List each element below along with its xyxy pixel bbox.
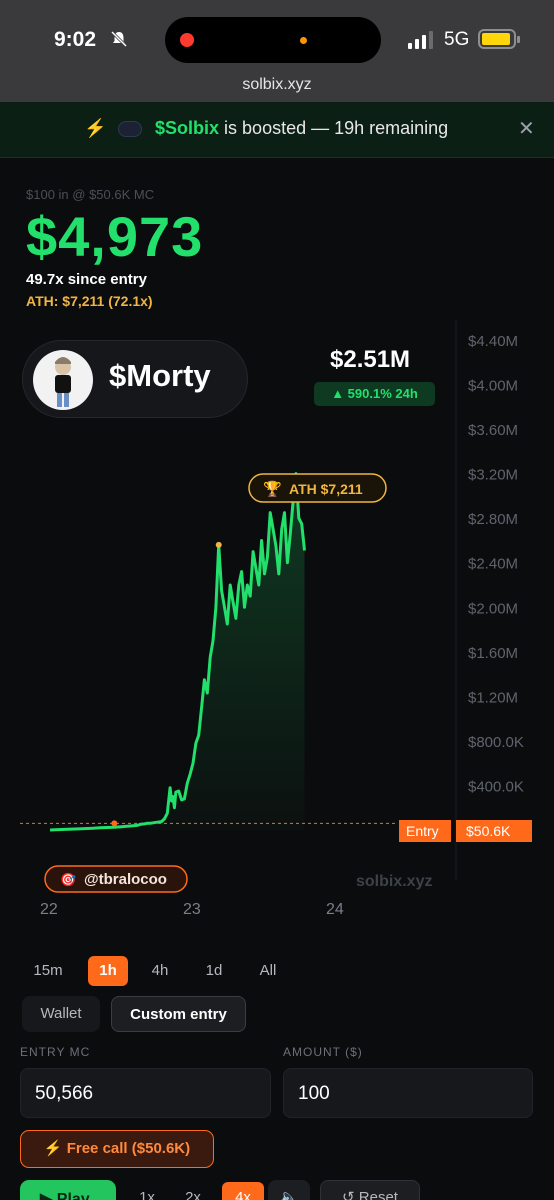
wallet-tab[interactable]: Wallet <box>22 996 100 1032</box>
speed-4x[interactable]: 4x <box>222 1182 264 1200</box>
play-icon: ▶ <box>40 1191 53 1200</box>
battery-icon <box>478 29 520 49</box>
investment-summary: $100 in @ $50.6K MC <box>26 187 155 202</box>
market-cap: $2.51M <box>330 346 411 373</box>
boost-banner[interactable]: ⚡ $Solbix is boosted — 19h remaining ✕ <box>0 102 554 158</box>
reset-icon: ↺ <box>342 1189 355 1200</box>
play-label: Play <box>56 1191 90 1200</box>
caller-tag[interactable]: 🎯 @tbralocoo <box>44 865 188 893</box>
dynamic-island <box>165 17 381 63</box>
y-tick-label: $4.00M <box>468 378 518 395</box>
speed-2x[interactable]: 2x <box>178 1182 208 1200</box>
chart-watermark: solbix.xyz <box>356 873 432 890</box>
address-bar[interactable]: solbix.xyz <box>0 76 554 94</box>
y-tick-label: $1.20M <box>468 689 518 706</box>
y-tick-label: $800.0K <box>468 734 524 751</box>
y-tick-label: $1.60M <box>468 645 518 662</box>
target-icon: 🎯 <box>60 872 76 888</box>
y-tick-label: $2.00M <box>468 600 518 617</box>
timeframe-1d[interactable]: 1d <box>194 956 234 986</box>
network-type: 5G <box>444 29 470 50</box>
timeframe-all[interactable]: All <box>248 956 288 986</box>
boosted-token[interactable]: $Solbix <box>155 118 219 138</box>
boost-message: is boosted — 19h remaining <box>224 118 449 138</box>
lightning-icon: ⚡ <box>43 1140 63 1157</box>
y-tick-label: $400.0K <box>468 778 524 795</box>
ath-label: ATH $7,211 <box>289 481 363 497</box>
free-call-button[interactable]: ⚡ Free call ($50.6K) <box>20 1130 214 1168</box>
lightning-icon: ⚡ <box>84 118 107 138</box>
banner-text: $Solbix is boosted — 19h remaining <box>155 118 448 139</box>
x-tick-label: 23 <box>183 901 201 918</box>
multiplier-text: 49.7x since entry <box>26 271 147 288</box>
sound-button[interactable]: 🔈 <box>268 1180 310 1200</box>
change-badge: ▲ 590.1% 24h <box>314 382 435 406</box>
y-tick-label: $3.20M <box>468 467 518 484</box>
close-icon[interactable]: ✕ <box>518 116 535 141</box>
entry-mc-label: ENTRY MC <box>20 1045 91 1059</box>
token-card[interactable]: $Morty <box>22 340 248 418</box>
speaker-icon: 🔈 <box>279 1189 299 1200</box>
current-value: $4,973 <box>26 205 204 268</box>
custom-entry-tab[interactable]: Custom entry <box>111 996 246 1032</box>
y-tick-label: $4.40M <box>468 333 518 350</box>
ath-marker <box>215 541 222 548</box>
amount-label: AMOUNT ($) <box>283 1045 363 1059</box>
entry-tag: Entry $50.6K <box>399 820 532 842</box>
free-call-label: Free call ($50.6K) <box>66 1140 191 1157</box>
price-area <box>50 473 305 830</box>
y-tick-label: $3.60M <box>468 422 518 439</box>
timeframe-15m[interactable]: 15m <box>24 956 72 986</box>
entry-marker <box>111 820 118 827</box>
status-bar: 9:02 5G solbix.xyz <box>0 0 554 102</box>
reset-label: Reset <box>358 1189 398 1200</box>
play-button[interactable]: ▶ Play <box>20 1180 116 1200</box>
clock: 9:02 <box>54 28 97 51</box>
token-name: $Morty <box>109 358 211 393</box>
caller-handle: @tbralocoo <box>84 871 167 888</box>
entry-label: Entry <box>406 823 439 839</box>
trophy-icon: 🏆 <box>263 480 282 498</box>
entry-value: $50.6K <box>466 823 511 839</box>
y-tick-label: $2.40M <box>468 556 518 573</box>
recording-indicator <box>180 33 194 47</box>
x-tick-label: 24 <box>326 901 344 918</box>
reset-button[interactable]: ↺ Reset <box>320 1180 420 1200</box>
ath-tag: 🏆 ATH $7,211 <box>248 473 387 503</box>
token-avatar <box>33 350 93 410</box>
timeframe-1h[interactable]: 1h <box>88 956 128 986</box>
entry-mc-input[interactable]: 50,566 <box>20 1068 271 1118</box>
x-tick-label: 22 <box>40 901 58 918</box>
amount-input[interactable]: 100 <box>283 1068 533 1118</box>
privacy-dot <box>300 37 307 44</box>
signal-icon <box>408 31 433 49</box>
y-tick-label: $2.80M <box>468 511 518 528</box>
speed-1x[interactable]: 1x <box>132 1182 162 1200</box>
timeframe-4h[interactable]: 4h <box>140 956 180 986</box>
silent-bell-icon <box>110 30 128 48</box>
token-logo <box>118 121 142 137</box>
